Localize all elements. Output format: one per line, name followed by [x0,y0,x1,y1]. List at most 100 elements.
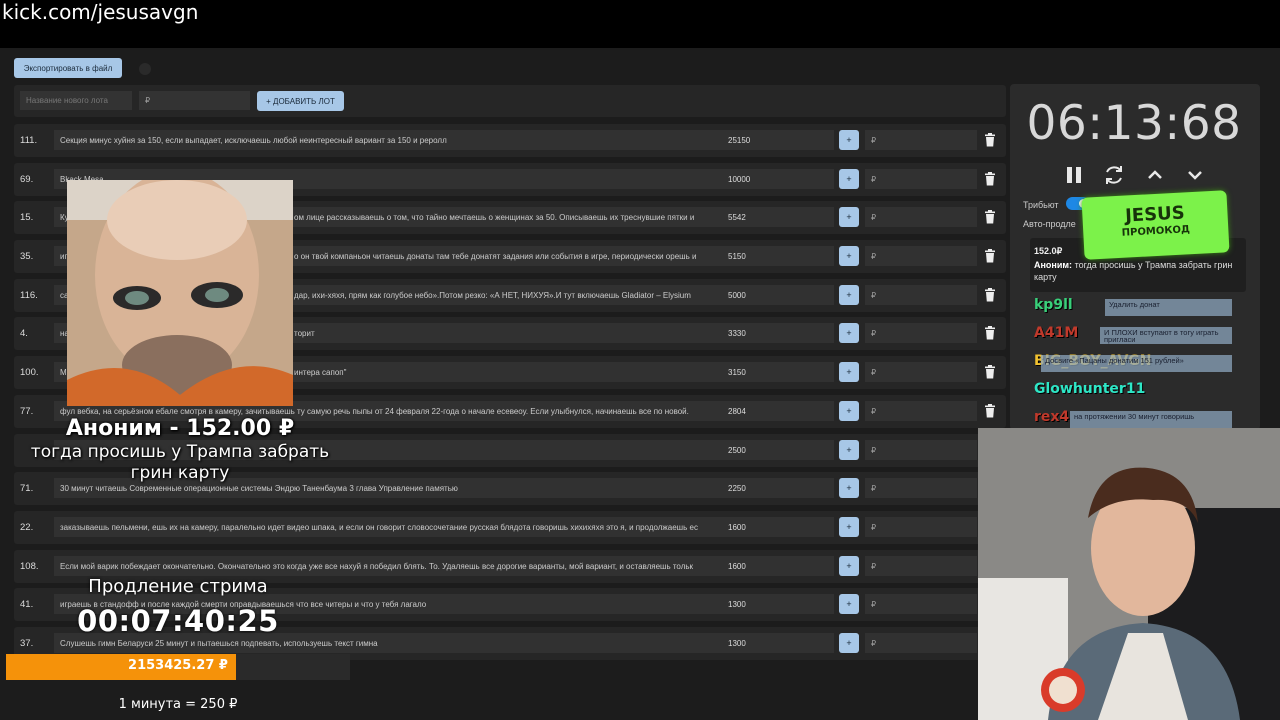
add-lot-button[interactable]: + ДОБАВИТЬ ЛОТ [257,91,344,111]
lot-title-text: заказываешь пельмени, ешь их на камеру, … [60,522,698,532]
add-to-lot-button[interactable]: + [839,516,859,537]
lot-add-amount-input[interactable]: ₽ [865,130,977,150]
lot-number: 108. [20,560,39,572]
lot-row: 111. Секция минус хуйня за 150, если выпа… [14,122,1006,161]
trash-icon[interactable] [984,249,996,263]
lot-title-text: Если мой варик побеждает окончательно. О… [60,561,694,571]
extension-label: Продление стрима [88,576,268,597]
lot-title-tail: торит [294,329,315,339]
lot-number: 111. [20,135,38,146]
chevron-up-icon[interactable] [1143,163,1167,187]
lot-amount[interactable]: 2804 [722,400,834,421]
browser-url: kick.com/jesusavgn [2,0,199,24]
lot-amount[interactable]: 5542 [722,207,834,228]
lot-title-tail: интера сапоп" [294,368,347,378]
chevron-down-icon[interactable] [1183,163,1207,187]
add-to-lot-button[interactable]: + [839,594,859,615]
lot-title-input[interactable]: Секция минус хуйня за 150, если выпадает… [54,130,730,150]
lot-number: 22. [20,521,34,533]
auction-timer: 06:13:68 [1026,96,1242,151]
status-dot [139,63,151,75]
lot-number: 35. [20,251,34,263]
chat-message: на протяжении 30 минут говоришь [1070,411,1232,428]
lot-add-amount-input[interactable]: ₽ [865,439,977,460]
add-to-lot-button[interactable]: + [839,246,859,267]
lot-title-text: фул вебка, на серьёзном ебале смотря в к… [60,406,689,416]
lot-number: 4. [20,328,28,340]
trash-icon[interactable] [984,365,996,379]
extension-timer: 00:07:40:25 [77,604,279,638]
lot-add-amount-input[interactable]: ₽ [865,246,977,267]
add-to-lot-button[interactable]: + [839,168,859,189]
lot-title-input[interactable]: Если мой варик побеждает окончательно. О… [54,555,730,576]
new-lot-name-input[interactable]: Название нового лота [20,91,132,110]
lot-amount[interactable]: 5000 [722,284,834,305]
lot-add-amount-input[interactable]: ₽ [865,362,977,383]
lot-amount[interactable]: 3150 [722,362,834,383]
lot-title-text: 30 минут читаешь Современные операционны… [60,484,458,494]
lot-add-amount-input[interactable]: ₽ [865,478,977,499]
donation-amount: 152.0₽ [1034,246,1063,256]
trash-icon[interactable] [984,326,996,340]
chat-username: rex4 [1034,409,1070,425]
lot-row: 22. заказываешь пельмени, ешь их на камер… [14,509,1006,548]
lot-amount[interactable]: 10000 [722,168,834,189]
lot-add-amount-input[interactable]: ₽ [865,594,977,615]
add-to-lot-button[interactable]: + [839,478,859,499]
lot-add-amount-input[interactable]: ₽ [865,516,977,537]
browser-url-bar: kick.com/jesusavgn [0,0,1280,48]
add-to-lot-button[interactable]: + [839,130,859,150]
trash-icon[interactable] [984,171,996,186]
lot-number: 37. [20,637,34,649]
chat-username: A41M [1034,325,1079,341]
donation-author: Аноним: [1034,260,1073,270]
lot-add-amount-input[interactable]: ₽ [865,207,977,228]
lot-number: 100. [20,367,39,379]
lot-amount[interactable]: 1600 [722,516,834,537]
lot-title-text: Секция минус хуйня за 150, если выпадает… [60,136,447,145]
auto-extend-label: Авто-продле [1023,219,1076,229]
lot-add-amount-input[interactable]: ₽ [865,168,977,189]
add-to-lot-button[interactable]: + [839,207,859,228]
add-to-lot-button[interactable]: + [839,439,859,460]
lot-amount[interactable]: 1300 [722,632,834,653]
promo-badge: JESUS ПРОМОКОД [1081,190,1230,260]
lot-add-amount-input[interactable]: ₽ [865,323,977,344]
trash-icon[interactable] [984,403,996,418]
streamer-image [978,428,1280,720]
lot-title-input[interactable]: заказываешь пельмени, ешь их на камеру, … [54,516,730,537]
new-lot-price-input[interactable]: ₽ [139,91,250,110]
trash-icon[interactable] [984,210,996,224]
lot-amount[interactable]: 1600 [722,555,834,576]
pause-icon[interactable] [1062,163,1086,187]
add-to-lot-button[interactable]: + [839,555,859,576]
donation-alert-message: тогда просишь у Трампа забрать грин карт… [30,442,330,483]
lot-add-amount-input[interactable]: ₽ [865,284,977,305]
add-to-lot-button[interactable]: + [839,284,859,305]
lot-amount[interactable]: 5150 [722,246,834,267]
lot-add-amount-input[interactable]: ₽ [865,400,977,421]
lot-number: 69. [20,173,34,185]
lot-add-amount-input[interactable]: ₽ [865,632,977,653]
lot-amount[interactable]: 1300 [722,594,834,615]
trash-icon[interactable] [984,287,996,302]
lot-amount[interactable]: 25150 [722,130,834,150]
donation-alert-title: Аноним - 152.00 ₽ [65,416,295,441]
add-to-lot-button[interactable]: + [839,632,859,653]
add-to-lot-button[interactable]: + [839,362,859,383]
lot-amount[interactable]: 2500 [722,439,834,460]
lot-number: 71. [20,483,34,495]
add-to-lot-button[interactable]: + [839,400,859,421]
lot-amount[interactable]: 2250 [722,478,834,499]
donation-message: Аноним: тогда просишь у Трампа забрать г… [1034,259,1242,283]
lot-amount[interactable]: 3330 [722,323,834,344]
donor-webcam [67,180,293,406]
lot-number: 15. [20,212,34,224]
lot-add-amount-input[interactable]: ₽ [865,555,977,576]
export-button[interactable]: Экспортировать в файл [14,58,122,78]
trash-icon[interactable] [984,133,996,147]
rate-label: 1 минута = 250 ₽ [118,697,238,712]
reset-icon[interactable] [1102,163,1126,187]
lot-title-tail: о он твой компаньон читаешь донаты там т… [294,252,697,262]
add-to-lot-button[interactable]: + [839,323,859,344]
